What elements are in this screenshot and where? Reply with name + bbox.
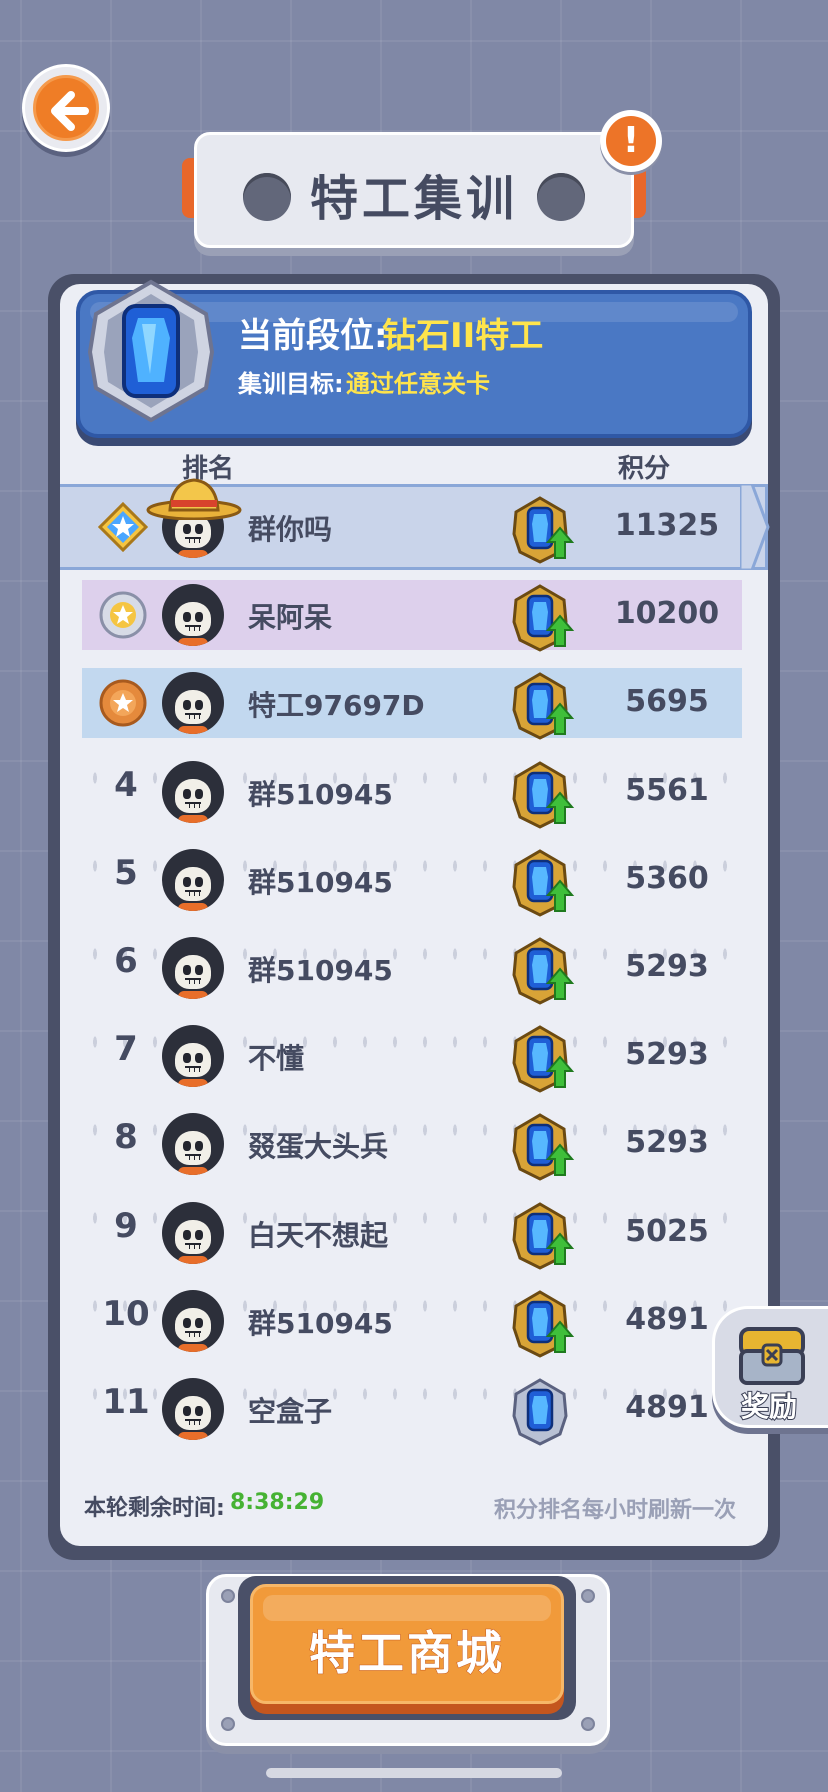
exclamation-icon: !: [606, 116, 656, 166]
straw-hat-icon: [146, 478, 242, 520]
player-score: 5293: [625, 1037, 709, 1073]
player-score: 5293: [625, 1125, 709, 1161]
player-name: 群510945: [248, 865, 393, 899]
training-goal-label: 集训目标:: [238, 370, 344, 398]
column-header-score: 积分: [618, 454, 671, 484]
player-score: 5695: [625, 684, 709, 720]
rank-badge-icon: [510, 935, 576, 1005]
rank-badge-icon: [510, 670, 576, 741]
rank-badge-icon: [510, 759, 576, 829]
player-score: 5561: [625, 772, 709, 808]
title-bar: 特工集训: [182, 128, 646, 250]
agent-shop-button[interactable]: 特工商城: [250, 1584, 564, 1704]
leaderboard-row[interactable]: 5 群510945 5360: [82, 845, 742, 917]
page-title: 特工集训: [309, 171, 518, 227]
self-row-arrow: [740, 484, 770, 570]
rank-number: 10: [102, 1293, 150, 1334]
leaderboard-row[interactable]: 7 不懂 5293: [82, 1021, 742, 1093]
reward-button[interactable]: 奖励: [712, 1306, 828, 1428]
player-avatar[interactable]: [162, 1201, 224, 1264]
player-name: 不懂: [248, 1042, 305, 1076]
rank-number: 11: [102, 1382, 150, 1422]
rank-badge-icon: [510, 1376, 576, 1446]
rank-badge-icon: [510, 582, 576, 652]
leaderboard-row[interactable]: 9 白天不想起 5025: [82, 1198, 742, 1270]
rank-badge-icon: [510, 1111, 576, 1182]
leaderboard-row[interactable]: 6 群510945 5293: [82, 933, 742, 1005]
leaderboard-row[interactable]: 呆阿呆 10200: [82, 580, 742, 652]
leaderboard-row[interactable]: 10 群510945 4891: [82, 1286, 742, 1358]
player-name: 空盒子: [248, 1395, 333, 1428]
training-goal-value: 通过任意关卡: [346, 370, 490, 398]
player-score: 11325: [614, 508, 720, 543]
player-avatar[interactable]: [162, 848, 224, 911]
player-name: 群510945: [248, 954, 393, 987]
player-score: 10200: [614, 596, 720, 632]
chest-icon: [739, 1327, 805, 1385]
arrow-left-icon: [51, 91, 89, 131]
reward-label: 奖励: [740, 1389, 798, 1424]
player-avatar[interactable]: [162, 1289, 224, 1352]
player-name: 群510945: [248, 777, 393, 811]
player-name: 群你吗: [248, 513, 333, 546]
player-score: 5025: [625, 1213, 709, 1249]
player-name: 白天不想起: [248, 1218, 389, 1252]
leaderboard-row[interactable]: 特工97697D 5695: [82, 668, 742, 741]
player-score: 5293: [625, 949, 709, 984]
player-name: 群510945: [248, 1306, 393, 1340]
agent-shop-label: 特工商城: [309, 1626, 505, 1681]
rank-number: 6: [114, 941, 138, 981]
refresh-note: 积分排名每小时刷新一次: [493, 1498, 736, 1523]
leaderboard-row[interactable]: 8 叕蛋大头兵 5293: [82, 1109, 742, 1182]
current-rank-label: 当前段位:: [238, 316, 388, 356]
rank-number: 7: [114, 1029, 138, 1070]
home-indicator[interactable]: [266, 1768, 562, 1778]
rank-number: 9: [114, 1205, 138, 1246]
rank-badge-icon: [510, 494, 576, 564]
player-name: 呆阿呆: [248, 601, 333, 635]
player-score: 5360: [625, 860, 709, 896]
info-button[interactable]: !: [600, 110, 662, 172]
player-avatar[interactable]: [162, 760, 224, 823]
player-avatar[interactable]: [162, 1025, 224, 1088]
diamond-star-medal-icon: [97, 501, 149, 553]
silver-medal-icon: [98, 590, 148, 640]
rank-badge-icon: [510, 1023, 576, 1093]
current-rank-value: 钻石II特工: [382, 316, 544, 356]
player-avatar[interactable]: [162, 1378, 224, 1440]
bronze-medal-icon: [98, 678, 148, 728]
rank-badge-icon: [510, 1200, 576, 1270]
player-name: 叕蛋大头兵: [248, 1130, 389, 1164]
rank-number: 4: [114, 764, 138, 805]
player-avatar[interactable]: [162, 672, 224, 735]
leaderboard-row[interactable]: 11 空盒子 4891: [82, 1374, 742, 1446]
rank-number: 5: [114, 852, 138, 893]
player-name: 特工97697D: [248, 689, 425, 723]
round-timer: 8:38:29: [230, 1490, 325, 1515]
rank-badge-icon: [510, 1288, 576, 1358]
player-avatar[interactable]: [162, 1113, 224, 1176]
diamond-rank-emblem-icon: [87, 279, 215, 423]
player-avatar[interactable]: [162, 584, 224, 647]
leaderboard-row[interactable]: 4 群510945 5561: [82, 757, 742, 829]
back-button[interactable]: [22, 64, 110, 152]
player-avatar[interactable]: [162, 937, 224, 999]
rank-number: 8: [114, 1117, 138, 1158]
timer-label: 本轮剩余时间:: [84, 1496, 225, 1521]
rank-badge-icon: [510, 847, 576, 917]
